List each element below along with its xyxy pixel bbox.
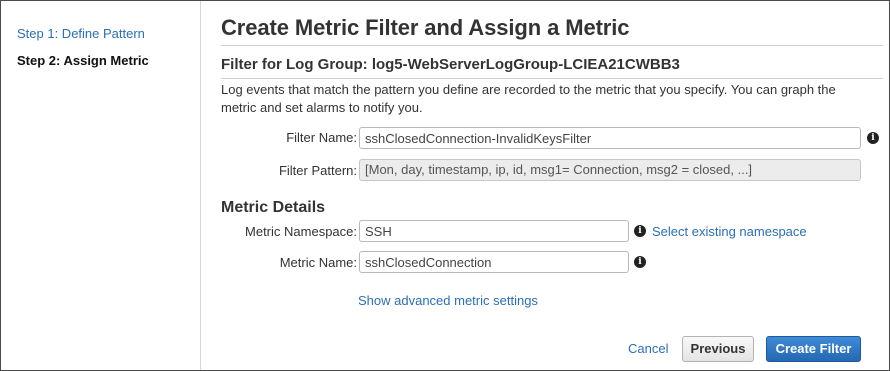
- title-divider: [221, 45, 883, 46]
- cancel-link[interactable]: Cancel: [628, 341, 668, 356]
- filter-name-info-icon[interactable]: i: [867, 132, 879, 144]
- filter-name-label: Filter Name:: [286, 130, 357, 145]
- metric-namespace-input[interactable]: [359, 220, 629, 242]
- wizard-sidebar: Step 1: Define Pattern Step 2: Assign Me…: [1, 1, 201, 370]
- metric-namespace-info-icon[interactable]: i: [634, 225, 646, 237]
- metric-name-label: Metric Name:: [279, 255, 357, 270]
- show-advanced-metric-settings-link[interactable]: Show advanced metric settings: [358, 293, 538, 308]
- filter-name-input[interactable]: [359, 127, 861, 149]
- create-filter-button[interactable]: Create Filter: [766, 336, 861, 362]
- step-define-pattern-link[interactable]: Step 1: Define Pattern: [17, 26, 145, 41]
- main-panel: Create Metric Filter and Assign a Metric…: [221, 1, 889, 370]
- metric-name-info-icon[interactable]: i: [634, 256, 646, 268]
- metric-namespace-label: Metric Namespace:: [245, 224, 357, 239]
- step-assign-metric: Step 2: Assign Metric: [17, 53, 149, 68]
- window-frame: Step 1: Define Pattern Step 2: Assign Me…: [0, 0, 890, 371]
- filter-pattern-label: Filter Pattern:: [278, 163, 357, 178]
- filter-pattern-field: [Mon, day, timestamp, ip, id, msg1= Conn…: [359, 159, 861, 181]
- page-title: Create Metric Filter and Assign a Metric: [221, 15, 630, 40]
- log-group-subtitle: Filter for Log Group: log5-WebServerLogG…: [221, 56, 680, 73]
- select-existing-namespace-link[interactable]: Select existing namespace: [652, 224, 807, 239]
- subtitle-divider: [221, 78, 883, 79]
- metric-details-heading: Metric Details: [221, 199, 326, 216]
- previous-button[interactable]: Previous: [682, 336, 754, 362]
- description-text: Log events that match the pattern you de…: [221, 82, 836, 115]
- metric-name-input[interactable]: [359, 251, 629, 273]
